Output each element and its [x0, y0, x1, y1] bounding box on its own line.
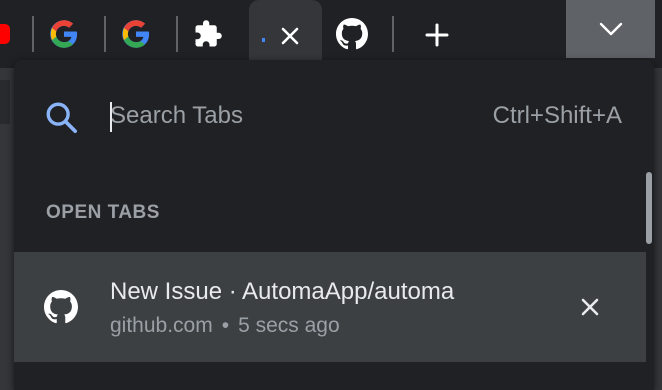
scrollbar[interactable] — [646, 172, 654, 390]
close-icon[interactable] — [276, 22, 304, 50]
close-glyph — [581, 298, 599, 316]
close-glyph — [281, 27, 299, 45]
list-item[interactable]: New Issue · AutomaApp/automa github.com •… — [14, 252, 646, 362]
search-row: Ctrl+Shift+A — [14, 60, 654, 172]
search-input[interactable] — [110, 96, 410, 136]
scroll-thumb[interactable] — [646, 172, 652, 244]
google-icon[interactable] — [118, 16, 154, 52]
search-icon — [46, 102, 78, 134]
favicon-fragment — [262, 38, 265, 42]
google-icon[interactable] — [46, 16, 82, 52]
plus-icon[interactable] — [420, 18, 454, 52]
chevron-glyph — [599, 22, 622, 36]
google-logo — [50, 20, 78, 48]
tab-strip — [0, 0, 662, 68]
tab-separator — [392, 16, 394, 52]
puzzle-glyph — [195, 20, 222, 47]
youtube-icon[interactable] — [0, 24, 10, 44]
github-icon[interactable] — [334, 16, 370, 52]
github-icon — [44, 290, 78, 324]
chevron-down-icon[interactable] — [566, 0, 655, 58]
meta-separator: • — [221, 314, 230, 337]
close-icon[interactable] — [572, 289, 608, 325]
tab-title: New Issue · AutomaApp/automa — [110, 278, 455, 305]
text-caret — [110, 102, 112, 132]
puzzle-extension-icon[interactable] — [190, 16, 226, 52]
plus-glyph — [425, 23, 449, 47]
tab-time: 5 secs ago — [238, 314, 340, 337]
tab-separator — [32, 16, 34, 52]
keyboard-shortcut: Ctrl+Shift+A — [492, 102, 622, 129]
toolbar-fragment — [0, 80, 10, 124]
google-logo — [122, 20, 150, 48]
section-title: OPEN TABS — [46, 202, 160, 223]
tab-search-panel: Ctrl+Shift+A OPEN TABS New Issue · Autom… — [14, 60, 654, 390]
github-glyph — [336, 18, 368, 50]
tab-strip-gutter — [655, 0, 662, 68]
tab-separator — [104, 16, 106, 52]
tab-separator — [176, 16, 178, 52]
tab-meta: github.com • 5 secs ago — [110, 314, 340, 338]
tab-domain: github.com — [110, 314, 213, 337]
